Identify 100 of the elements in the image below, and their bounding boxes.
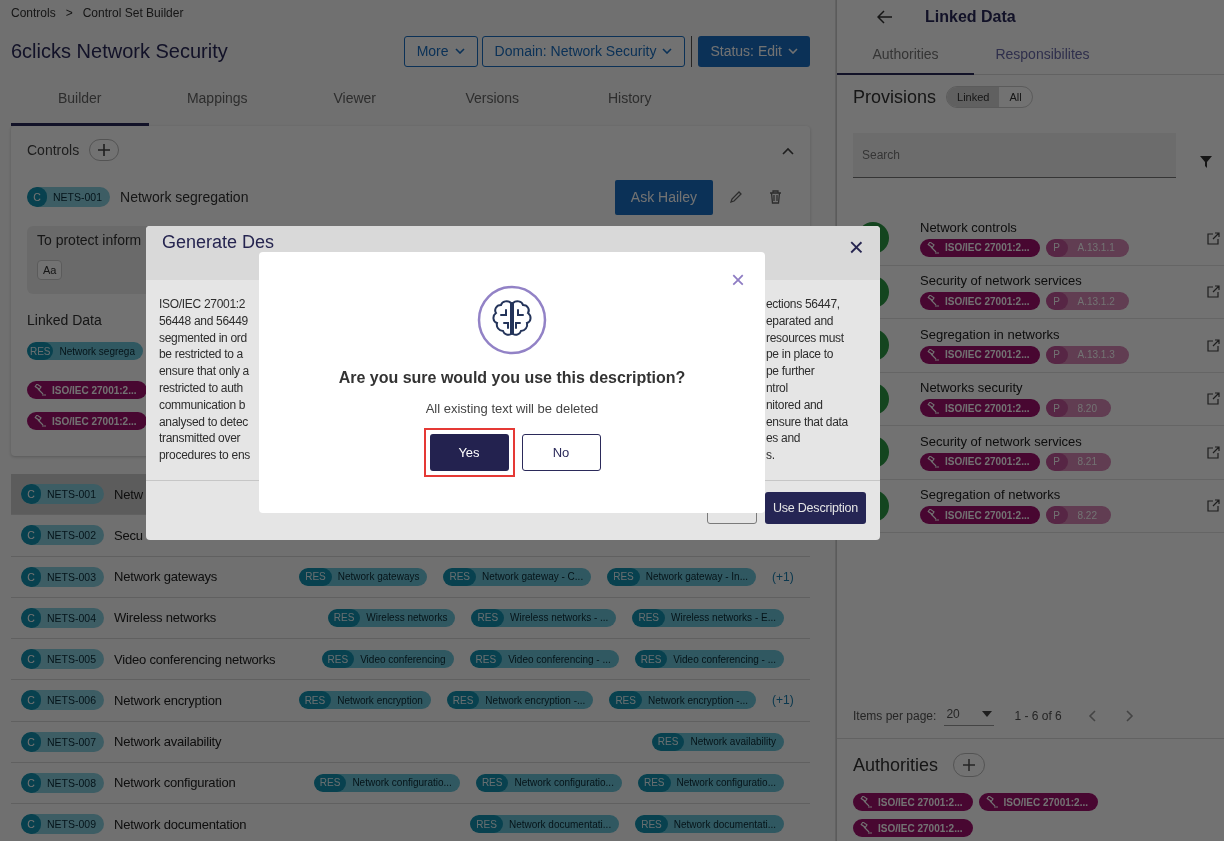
authority-chip[interactable]: ISO/IEC 27001:2...: [27, 412, 147, 430]
dialog-title: Are you sure would you use this description?: [338, 369, 686, 387]
control-name: Netw: [114, 486, 143, 502]
control-name: Network encryption: [114, 692, 222, 708]
authority-chip[interactable]: ISO/IEC 27001:2...: [920, 452, 1040, 471]
breadcrumb-separator: >: [65, 6, 73, 22]
control-id-chip: C NETS-005: [21, 649, 105, 670]
control-row[interactable]: C NETS-009 Network documentation RES Network documentati... RES Network documentati...: [11, 804, 810, 841]
provision-name[interactable]: Segregation in networks: [920, 326, 1207, 342]
section-title: Provisions: [853, 86, 937, 108]
page-size-select[interactable]: 20: [944, 705, 995, 726]
responsibility-chip[interactable]: RES Wireless networks: [327, 608, 456, 627]
control-name: Wireless networks: [114, 610, 217, 626]
control-name: Network documentation: [114, 816, 247, 832]
responsibility-chip[interactable]: RES Wireless networks - ...: [471, 608, 617, 627]
panel-title: Linked Data: [925, 8, 1016, 26]
close-button[interactable]: ×: [731, 266, 745, 294]
control-id-chip: C NETS-009: [21, 814, 105, 835]
pagination-range: 1 - 6 of 6: [1014, 708, 1062, 723]
control-id-chip: C NETS-006: [21, 690, 105, 711]
responsibility-chip[interactable]: RES Network gateway - C...: [443, 567, 592, 586]
more-count[interactable]: (+1): [772, 693, 800, 708]
responsibility-chip[interactable]: RES Network encryption -...: [446, 691, 594, 710]
control-id-chip: C NETS-001: [21, 484, 105, 505]
confirm-button[interactable]: Yes: [429, 434, 509, 471]
provision-name[interactable]: Network controls: [920, 219, 1207, 235]
provision-name[interactable]: Networks security: [920, 380, 1207, 396]
responsibility-chip[interactable]: RES Network configuratio...: [637, 773, 784, 792]
control-name: Network configuration: [114, 775, 236, 791]
responsibility-chip[interactable]: RES Network configuratio...: [475, 773, 622, 792]
description-text: To protect inform: [37, 232, 142, 248]
control-row[interactable]: C NETS-006 Network encryption RES Network encryption RES Network encryption -... RES Network encryption -... (+1): [11, 680, 810, 722]
authority-chip[interactable]: ISO/IEC 27001:2...: [920, 238, 1040, 257]
authority-chip[interactable]: ISO/IEC 27001:2...: [853, 819, 973, 837]
authority-chip[interactable]: ISO/IEC 27001:2...: [978, 793, 1098, 811]
responsibility-chip[interactable]: RES Wireless networks - E...: [632, 608, 784, 627]
dropdown-button[interactable]: Status: Edit: [698, 35, 810, 67]
tab[interactable]: Mappings: [148, 72, 286, 126]
control-row[interactable]: C NETS-007 Network availability RES Network availability: [11, 721, 810, 763]
responsibility-chip[interactable]: RES Network gateway - In...: [607, 567, 756, 586]
breadcrumb-link[interactable]: Control Set Builder: [82, 6, 184, 26]
responsibility-chip[interactable]: RES Network gateways: [299, 567, 428, 586]
authority-chip[interactable]: ISO/IEC 27001:2...: [920, 345, 1040, 364]
dropdown-button[interactable]: Domain: Network Security: [481, 35, 686, 67]
modal-title: Generate Des: [162, 232, 276, 253]
breadcrumb-link[interactable]: Controls: [11, 6, 56, 26]
ask-hailey-button[interactable]: Ask Hailey: [614, 179, 713, 215]
page-title: 6clicks Network Security: [11, 39, 229, 63]
control-name: Network segregation: [120, 189, 249, 205]
provision-name[interactable]: Security of network services: [920, 273, 1207, 289]
responsibility-chip[interactable]: RES Video conferencing - ...: [634, 650, 784, 669]
responsibility-chip[interactable]: RES Video conferencing: [321, 650, 454, 669]
authority-chip[interactable]: ISO/IEC 27001:2...: [27, 381, 147, 399]
control-id-chip: C NETS-007: [21, 731, 105, 752]
section-title: Authorities: [853, 754, 939, 776]
responsibility-chip[interactable]: RES Network documentati...: [635, 815, 784, 834]
provision-name[interactable]: Segregation of networks: [920, 487, 1207, 503]
use-description-button[interactable]: Use Description: [765, 492, 866, 524]
cancel-button[interactable]: No: [521, 434, 601, 471]
authority-chip[interactable]: ISO/IEC 27001:2...: [853, 793, 973, 811]
authority-chip[interactable]: ISO/IEC 27001:2...: [920, 506, 1040, 525]
tab[interactable]: Versions: [423, 72, 561, 126]
control-id-chip: C NETS-008: [21, 772, 105, 793]
description-text: ections 56447, eparated and resources must pe in place to pe further ntrol nitored and ensure that data es and s.: [766, 296, 849, 465]
format-button[interactable]: Aa: [37, 260, 63, 280]
responsibility-chip[interactable]: RES Network encryption -...: [609, 691, 756, 710]
toggle-option[interactable]: All: [999, 87, 1032, 107]
tab[interactable]: Viewer: [286, 72, 424, 126]
responsibility-chip[interactable]: RES Network documentati...: [470, 815, 620, 834]
section-title: Controls: [27, 142, 80, 158]
toggle-option[interactable]: Linked: [947, 87, 1000, 107]
control-name: Network gateways: [114, 569, 218, 585]
control-id-chip: C NETS-001: [27, 187, 111, 207]
control-id-chip: C NETS-002: [21, 525, 105, 546]
responsibility-chip[interactable]: RES Network encryption: [298, 691, 431, 710]
control-row[interactable]: C NETS-003 Network gateways RES Network gateways RES Network gateway - C... RES Network gateway - In... (+1): [11, 556, 810, 598]
control-id-chip: C NETS-004: [21, 607, 105, 628]
authority-chip[interactable]: ISO/IEC 27001:2...: [920, 292, 1040, 311]
responsibility-chip[interactable]: RES Network availability: [651, 732, 784, 751]
close-button[interactable]: ×: [848, 232, 864, 263]
responsibility-chip[interactable]: RES Network configuratio...: [313, 773, 460, 792]
control-name: Network availability: [114, 734, 222, 750]
control-row[interactable]: C NETS-004 Wireless networks RES Wireless networks RES Wireless networks - ... RES Wireless networks - E...: [11, 597, 810, 639]
more-count[interactable]: (+1): [772, 569, 800, 584]
responsibility-chip[interactable]: RES Network segrega: [27, 342, 143, 360]
control-row[interactable]: C NETS-005 Video conferencing networks RES Video conferencing RES Video conferencing - ... RES Video conferencing - ...: [11, 639, 810, 681]
control-name: Secu: [114, 527, 143, 543]
tab[interactable]: Authorities: [837, 34, 974, 75]
control-id-chip: C NETS-003: [21, 566, 105, 587]
dialog-message: All existing text will be deleted: [425, 401, 599, 416]
control-name: Video conferencing networks: [114, 651, 276, 667]
pagination-label: Items per page:: [853, 708, 937, 723]
responsibility-chip[interactable]: RES Video conferencing - ...: [469, 650, 619, 669]
control-row[interactable]: C NETS-008 Network configuration RES Network configuratio... RES Network configuratio... RES Network configuratio...: [11, 762, 810, 804]
provision-name[interactable]: Security of network services: [920, 433, 1207, 449]
tab[interactable]: Responsibilites: [974, 34, 1111, 75]
section-title: Linked Data: [27, 312, 102, 328]
tab[interactable]: History: [561, 72, 699, 126]
dropdown-button[interactable]: More: [403, 35, 478, 67]
authority-chip[interactable]: ISO/IEC 27001:2...: [920, 399, 1040, 418]
